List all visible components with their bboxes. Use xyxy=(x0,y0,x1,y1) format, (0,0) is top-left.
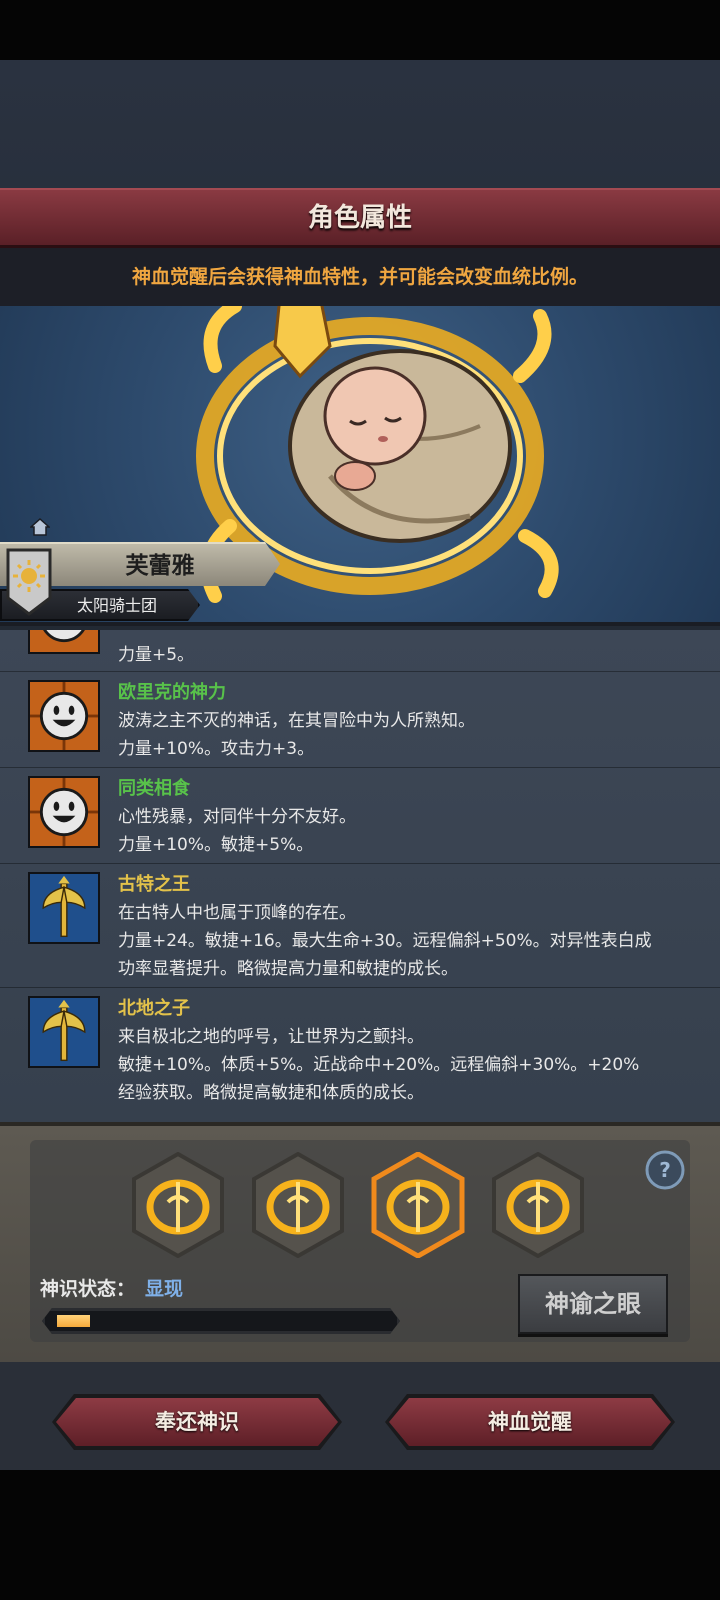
page-title: 角色属性 xyxy=(307,203,412,233)
trait-desc: 来自极北之地的呼号，让世界为之颤抖。 xyxy=(118,1027,424,1047)
trait-name: 欧里克的神力 xyxy=(118,682,226,703)
trait-effect: 力量+10%。敏捷+5%。 xyxy=(118,835,314,855)
oracle-eye-button[interactable]: 神谕之眼 xyxy=(518,1274,668,1334)
trait-list[interactable]: 力量+5。 欧里克的神力 波涛之主不灭的神话，在其冒险中为人所熟知。 力量+10… xyxy=(0,630,720,1122)
title-banner: 角色属性 xyxy=(0,188,720,248)
divine-blood-awaken-button[interactable]: 神血觉醒 xyxy=(385,1394,675,1450)
god-sense-status-value: 显现 xyxy=(145,1278,184,1300)
trait-effect: 敏捷+10%。体质+5%。近战命中+20%。远程偏斜+30%。+20% xyxy=(118,1055,640,1075)
trait-partial-desc: 力量+5。 xyxy=(118,645,195,665)
svg-text:?: ? xyxy=(659,1158,671,1182)
progress-fill xyxy=(57,1315,90,1327)
axe-icon xyxy=(28,872,100,944)
trait-effect: 力量+24。敏捷+16。最大生命+30。远程偏斜+50%。对异性表白成 xyxy=(118,931,652,951)
return-god-sense-button[interactable]: 奉还神识 xyxy=(52,1394,342,1450)
status-bar xyxy=(0,0,720,60)
bottom-bar xyxy=(0,1470,720,1600)
trait-item: 同类相食 心性残暴，对同伴十分不友好。 力量+10%。敏捷+5%。 xyxy=(0,768,720,864)
trait-name: 古特之王 xyxy=(118,874,190,895)
god-sense-status-label: 神识状态： xyxy=(40,1278,136,1300)
trait-desc: 在古特人中也属于顶峰的存在。 xyxy=(118,903,356,923)
help-icon[interactable]: ? xyxy=(645,1150,685,1190)
god-sense-progress-bar xyxy=(42,1308,400,1334)
return-god-sense-label: 奉还神识 xyxy=(155,1410,239,1434)
god-sense-slot-3-selected[interactable] xyxy=(370,1152,466,1258)
trait-desc: 心性残暴，对同伴十分不友好。 xyxy=(118,807,356,827)
trait-name: 北地之子 xyxy=(118,998,190,1019)
trait-name: 同类相食 xyxy=(118,778,190,799)
page-subtitle: 神血觉醒后会获得神血特性，并可能会改变血统比例。 xyxy=(131,266,588,288)
character-name: 芙蕾雅 xyxy=(125,553,195,579)
faction-name: 太阳骑士团 xyxy=(76,596,157,615)
smiley-icon xyxy=(28,630,100,654)
god-sense-slot-1[interactable] xyxy=(130,1152,226,1258)
trait-desc: 波涛之主不灭的神话，在其冒险中为人所熟知。 xyxy=(118,711,475,731)
trait-item-partial: 力量+5。 xyxy=(0,630,720,672)
god-sense-slot-2[interactable] xyxy=(250,1152,346,1258)
trait-effect: 经验获取。略微提高敏捷和体质的成长。 xyxy=(118,1083,424,1103)
trait-item: 古特之王 在古特人中也属于顶峰的存在。 力量+24。敏捷+16。最大生命+30。… xyxy=(0,864,720,988)
trait-item: 北地之子 来自极北之地的呼号，让世界为之颤抖。 敏捷+10%。体质+5%。近战命… xyxy=(0,988,720,1122)
god-sense-slot-4[interactable] xyxy=(490,1152,586,1258)
trait-item: 欧里克的神力 波涛之主不灭的神话，在其冒险中为人所熟知。 力量+10%。攻击力+… xyxy=(0,672,720,768)
trait-effect: 功率显著提升。略微提高力量和敏捷的成长。 xyxy=(118,959,458,979)
home-icon xyxy=(30,518,50,536)
axe-icon xyxy=(28,996,100,1068)
smiley-icon xyxy=(28,776,100,848)
divine-blood-awaken-label: 神血觉醒 xyxy=(488,1410,572,1434)
sun-banner-icon xyxy=(6,548,52,616)
smiley-icon xyxy=(28,680,100,752)
trait-effect: 力量+10%。攻击力+3。 xyxy=(118,739,315,759)
subtitle-banner: 神血觉醒后会获得神血特性，并可能会改变血统比例。 xyxy=(0,248,720,306)
